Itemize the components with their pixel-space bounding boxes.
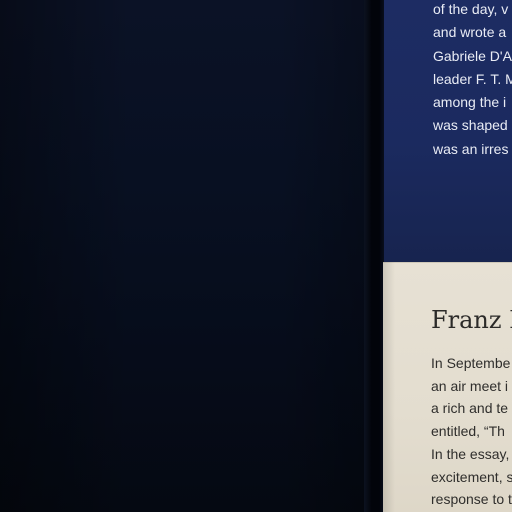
museum-wall-photo: of the day, v and wrote a Gabriele D'A l…	[0, 0, 512, 512]
label-line: response to t	[431, 491, 512, 508]
cream-panel-shadow	[383, 262, 395, 512]
navy-line: and wrote a	[433, 24, 507, 41]
dark-wall	[0, 0, 372, 512]
label-line: In the essay,	[431, 445, 510, 462]
label-line: entitled, “Th	[431, 423, 505, 440]
navy-line: among the i	[433, 94, 507, 111]
label-body-text: In Septembe an air meet i a rich and te …	[431, 352, 512, 511]
navy-line: was an irres	[433, 140, 509, 157]
navy-line: was shaped	[433, 117, 508, 134]
navy-line: Gabriele D'A	[433, 47, 512, 64]
navy-panel-text: of the day, v and wrote a Gabriele D'A l…	[433, 0, 512, 161]
label-line: an air meet i	[431, 377, 509, 394]
label-line: a rich and te	[431, 400, 509, 417]
label-line: In Septembe	[431, 355, 511, 371]
label-title: Franz K	[431, 306, 512, 334]
label-line: excitement, s	[431, 468, 512, 485]
navy-line: of the day, v	[433, 1, 509, 17]
navy-line: leader F. T. M	[433, 70, 512, 87]
